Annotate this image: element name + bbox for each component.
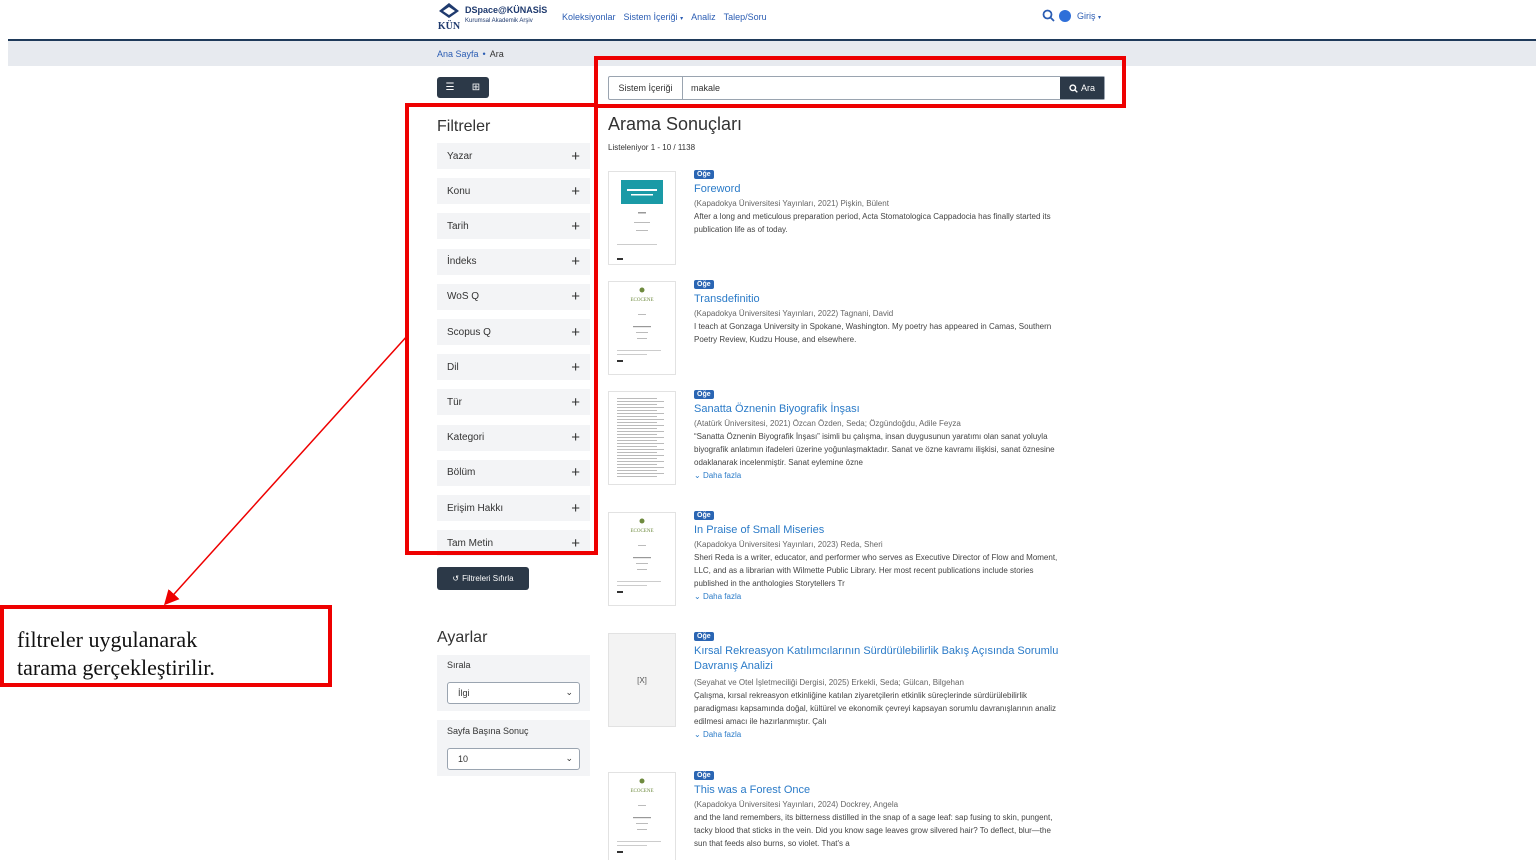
annotation-note-box: filtreler uygulanarak tarama gerçekleşti… — [0, 605, 332, 687]
item-type-badge: Öğe — [694, 390, 714, 399]
chevron-down-icon: ⌄ — [694, 730, 703, 739]
nav-system-content-label: Sistem İçeriği — [623, 12, 678, 22]
annotation-line-2: tarama gerçekleştirilir. — [17, 655, 215, 680]
caret-down-icon: ▾ — [680, 16, 684, 22]
logo-subtitle: Kurumsal Akademik Arşiv — [465, 18, 533, 24]
sort-setting: Sırala İlgi ⌄ — [437, 655, 590, 711]
chevron-down-icon: ⌄ — [565, 687, 573, 697]
list-view-button[interactable]: ☰ — [437, 77, 463, 98]
grid-icon: ⊞ — [471, 82, 481, 93]
result-thumbnail[interactable]: ECOCENE — [608, 772, 676, 860]
globe-icon[interactable] — [1059, 9, 1071, 22]
kun-logo-icon: KÜN — [438, 3, 461, 32]
per-page-select-value: 10 — [458, 754, 469, 764]
site-logo[interactable]: KÜN DSpace@KÜNASİS Kurumsal Akademik Arş… — [437, 2, 555, 34]
svg-text:ECOCENE: ECOCENE — [630, 529, 653, 534]
result-thumbnail[interactable] — [608, 171, 676, 265]
reset-filters-label: Filtreleri Sıfırla — [462, 574, 514, 583]
annotation-note: filtreler uygulanarak tarama gerçekleşti… — [17, 626, 215, 682]
nav-request[interactable]: Talep/Soru — [724, 12, 767, 22]
result-abstract: Çalışma, kırsal rekreasyon etkinliğine k… — [694, 691, 1056, 726]
show-more-label: Daha fazla — [702, 471, 742, 480]
show-more-link[interactable]: ⌄ Daha fazla — [694, 730, 741, 739]
result-meta: (Kapadokya Üniversitesi Yayınları, 2021)… — [694, 199, 889, 208]
annotation-box-search — [594, 56, 1126, 108]
sort-select[interactable]: İlgi ⌄ — [447, 682, 580, 704]
result-thumbnail[interactable] — [608, 391, 676, 485]
sort-select-value: İlgi — [458, 688, 470, 698]
breadcrumb-separator: • — [482, 49, 486, 59]
show-more-label: Daha fazla — [702, 730, 742, 739]
results-heading: Arama Sonuçları — [608, 114, 743, 134]
result-abstract: “Sanatta Öznenin Biyografik İnşası” isim… — [694, 432, 1055, 467]
svg-text:ECOCENE: ECOCENE — [630, 789, 653, 794]
list-icon: ☰ — [445, 82, 455, 93]
caret-down-icon: ▾ — [1098, 14, 1102, 21]
login-label: Giriş — [1077, 10, 1096, 21]
grid-view-button[interactable]: ⊞ — [463, 77, 489, 98]
per-page-label: Sayfa Başına Sonuç — [447, 726, 529, 736]
result-title-link[interactable]: Kırsal Rekreasyon Katılımcılarının Sürdü… — [694, 644, 1064, 674]
main-nav: Koleksiyonlar Sistem İçeriği ▾ Analiz Ta… — [562, 12, 767, 22]
breadcrumb: Ana Sayfa • Ara — [437, 49, 504, 59]
result-meta: (Seyahat ve Otel İşletmeciliği Dergisi, … — [694, 678, 964, 687]
nav-analysis[interactable]: Analiz — [691, 12, 716, 22]
result-title-link[interactable]: Sanatta Öznenin Biyografik İnşası — [694, 402, 1064, 417]
result-meta: (Atatürk Üniversitesi, 2021) Özcan Özden… — [694, 419, 961, 428]
chevron-down-icon: ⌄ — [694, 592, 703, 601]
show-more-link[interactable]: ⌄ Daha fazla — [694, 471, 741, 480]
chevron-down-icon: ⌄ — [694, 471, 703, 480]
item-type-badge: Öğe — [694, 511, 714, 520]
top-header: KÜN DSpace@KÜNASİS Kurumsal Akademik Arş… — [0, 0, 1536, 40]
annotation-box-filters — [405, 103, 598, 555]
result-thumbnail-missing[interactable]: [X] — [608, 633, 676, 727]
result-meta: (Kapadokya Üniversitesi Yayınları, 2023)… — [694, 540, 883, 549]
result-abstract: After a long and meticulous preparation … — [694, 212, 1051, 234]
result-abstract: Sheri Reda is a writer, educator, and pe… — [694, 553, 1058, 588]
sort-label: Sırala — [447, 660, 471, 670]
header-actions: Giriş ▾ — [1042, 9, 1101, 22]
show-more-link[interactable]: ⌄ Daha fazla — [694, 592, 741, 601]
view-mode-toggle: ☰ ⊞ — [437, 77, 489, 98]
result-abstract: and the land remembers, its bitterness d… — [694, 813, 1053, 848]
result-abstract: I teach at Gonzaga University in Spokane… — [694, 322, 1052, 344]
undo-icon: ↺ — [452, 574, 460, 583]
item-type-badge: Öğe — [694, 170, 714, 179]
logo-title: DSpace@KÜNASİS — [465, 5, 548, 15]
nav-collections[interactable]: Koleksiyonlar — [562, 12, 616, 22]
result-title-link[interactable]: Foreword — [694, 182, 1064, 197]
breadcrumb-current: Ara — [489, 49, 504, 59]
settings-heading: Ayarlar — [437, 629, 488, 646]
per-page-select[interactable]: 10 ⌄ — [447, 748, 580, 770]
breadcrumb-home[interactable]: Ana Sayfa — [437, 49, 479, 59]
show-more-label: Daha fazla — [702, 592, 742, 601]
login-menu[interactable]: Giriş ▾ — [1077, 11, 1101, 21]
result-meta: (Kapadokya Üniversitesi Yayınları, 2022)… — [694, 309, 894, 318]
annotation-line-1: filtreler uygulanarak — [17, 627, 198, 652]
item-type-badge: Öğe — [694, 280, 714, 289]
result-title-link[interactable]: Transdefinitio — [694, 292, 1064, 307]
reset-filters-button[interactable]: ↺ Filtreleri Sıfırla — [437, 567, 529, 590]
nav-system-content[interactable]: Sistem İçeriği ▾ — [624, 12, 684, 22]
result-thumbnail[interactable]: ECOCENE — [608, 512, 676, 606]
result-title-link[interactable]: This was a Forest Once — [694, 783, 1064, 798]
result-title-link[interactable]: In Praise of Small Miseries — [694, 523, 1064, 538]
svg-text:ECOCENE: ECOCENE — [630, 298, 653, 303]
item-type-badge: Öğe — [694, 632, 714, 641]
result-thumbnail[interactable]: ECOCENE — [608, 281, 676, 375]
result-meta: (Kapadokya Üniversitesi Yayınları, 2024)… — [694, 800, 899, 809]
svg-text:KÜN: KÜN — [438, 19, 461, 32]
chevron-down-icon: ⌄ — [565, 753, 573, 763]
search-icon[interactable] — [1042, 9, 1055, 22]
results-count: Listeleniyor 1 - 10 / 1138 — [608, 143, 696, 152]
per-page-setting: Sayfa Başına Sonuç 10 ⌄ — [437, 720, 590, 776]
item-type-badge: Öğe — [694, 771, 714, 780]
